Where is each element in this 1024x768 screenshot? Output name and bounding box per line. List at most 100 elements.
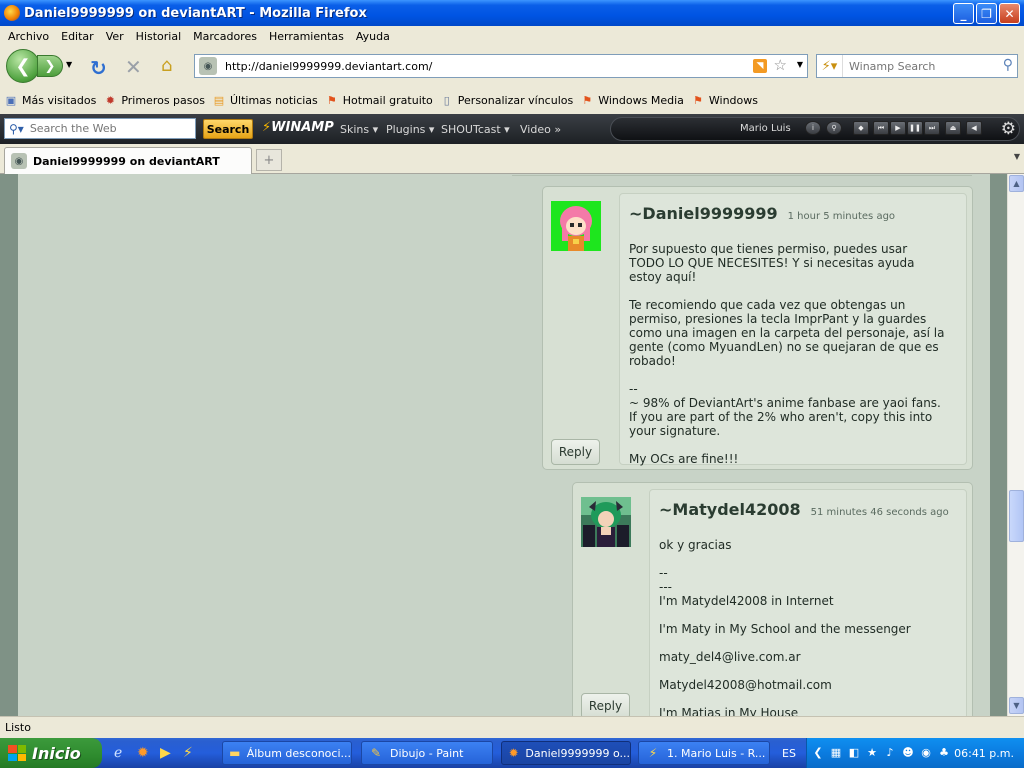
winamp-toolbar: ⚲▾ Search ⚡WINAMP Skins ▾ Plugins ▾ SHOU… xyxy=(0,114,1024,144)
bookmark-mas-visitados[interactable]: ▣ Más visitados xyxy=(4,93,97,107)
comment-text: ok y gracias -- --- I'm Matydel42008 in … xyxy=(659,538,911,716)
next-track-icon[interactable]: ⏭ xyxy=(924,121,940,135)
eject-icon[interactable]: ⏏ xyxy=(945,121,961,135)
scroll-down-button[interactable]: ▼ xyxy=(1009,697,1024,714)
page-content[interactable]: ~Daniel9999999 1 hour 5 minutes ago Por … xyxy=(0,174,1007,716)
menu-label: SHOUTcast xyxy=(441,123,501,136)
clock[interactable]: 06:41 p.m. xyxy=(954,747,1014,760)
reload-icon[interactable]: ↻ xyxy=(90,56,107,80)
messenger-icon[interactable]: ♣ xyxy=(937,745,951,759)
task-label: Dibujo - Paint xyxy=(390,746,464,760)
play-icon[interactable]: ▶ xyxy=(890,121,906,135)
winamp-menu-plugins[interactable]: Plugins ▾ xyxy=(386,123,434,136)
tab-daniel9999999[interactable]: ◉ Daniel9999999 on deviantART xyxy=(4,147,252,174)
stop-icon[interactable]: ✕ xyxy=(125,55,142,79)
tray-app-icon[interactable]: ◧ xyxy=(847,745,861,759)
search-icon[interactable]: ⚲ xyxy=(1003,57,1013,73)
network-icon[interactable]: ▦ xyxy=(829,745,843,759)
forward-button[interactable]: ❯ xyxy=(37,55,63,77)
winamp-icon: ⚡ xyxy=(648,746,658,760)
comment-username[interactable]: ~Matydel42008 xyxy=(659,500,801,519)
new-tab-button[interactable]: + xyxy=(256,149,282,171)
scrollbar-thumb[interactable] xyxy=(1009,490,1024,542)
winamp-search-button[interactable]: Search xyxy=(203,119,253,139)
avatar[interactable] xyxy=(551,201,601,251)
vertical-scrollbar[interactable]: ▲ ▼ xyxy=(1007,174,1024,716)
search-engine-icon[interactable]: ⚡▾ xyxy=(817,55,843,77)
close-button[interactable]: ✕ xyxy=(999,3,1020,24)
start-button[interactable]: Inicio xyxy=(0,738,102,768)
taskbar-item-paint[interactable]: ✎ Dibujo - Paint xyxy=(361,741,493,765)
previous-track-icon[interactable]: ⏮ xyxy=(873,121,889,135)
media-player-icon[interactable]: ▶ xyxy=(160,745,171,761)
menu-marcadores[interactable]: Marcadores xyxy=(187,30,263,43)
rss-icon[interactable]: ◥ xyxy=(753,59,767,73)
bookmark-primeros-pasos[interactable]: ✹ Primeros pasos xyxy=(103,93,205,107)
winamp-menu-skins[interactable]: Skins ▾ xyxy=(340,123,378,136)
winamp-logo[interactable]: ⚡WINAMP xyxy=(262,120,334,135)
menu-ver[interactable]: Ver xyxy=(100,30,130,43)
bookmark-windows-media[interactable]: ⚑ Windows Media xyxy=(580,93,684,107)
comment-timestamp[interactable]: 51 minutes 46 seconds ago xyxy=(811,507,949,518)
winamp-menu-video[interactable]: Video » xyxy=(520,123,561,136)
info-icon[interactable]: i xyxy=(805,121,821,135)
gear-icon[interactable]: ⚙ xyxy=(1001,119,1016,139)
winamp-menu-shoutcast[interactable]: SHOUTcast ▾ xyxy=(441,123,510,136)
deviantart-favicon-icon: ◉ xyxy=(11,153,27,169)
avatar-matydel42008-icon xyxy=(581,497,631,547)
volume-icon[interactable]: ◀ xyxy=(966,121,982,135)
minimize-button[interactable]: _ xyxy=(953,3,974,24)
window-titlebar[interactable]: Daniel9999999 on deviantART - Mozilla Fi… xyxy=(0,0,1024,26)
url-text[interactable]: http://daniel9999999.deviantart.com/ xyxy=(225,60,432,73)
language-indicator[interactable]: ES xyxy=(782,747,796,760)
rss-icon: ▤ xyxy=(213,93,225,107)
bookmark-ultimas-noticias[interactable]: ▤ Últimas noticias xyxy=(212,93,318,107)
menu-archivo[interactable]: Archivo xyxy=(2,30,55,43)
menu-editar[interactable]: Editar xyxy=(55,30,100,43)
scroll-up-button[interactable]: ▲ xyxy=(1009,175,1024,192)
windows-flag-icon: ⚑ xyxy=(326,93,337,107)
bookmark-windows[interactable]: ⚑ Windows xyxy=(691,93,758,107)
divider xyxy=(512,174,972,176)
winamp-search-box[interactable]: ⚲▾ xyxy=(4,118,196,139)
taskbar-item-firefox[interactable]: ✹ Daniel9999999 o... xyxy=(501,741,631,765)
chevron-left-icon[interactable]: ❮ xyxy=(811,745,825,759)
back-button[interactable]: ❮ xyxy=(6,49,40,83)
menu-historial[interactable]: Historial xyxy=(130,30,187,43)
menu-herramientas[interactable]: Herramientas xyxy=(263,30,350,43)
bookmark-personalizar-vinculos[interactable]: ▯ Personalizar vínculos xyxy=(440,93,573,107)
plus-icon: + xyxy=(263,152,275,168)
firefox-icon[interactable]: ✹ xyxy=(137,745,149,761)
url-dropdown-icon[interactable]: ▼ xyxy=(797,60,803,69)
reply-button[interactable]: Reply xyxy=(551,439,600,465)
users-icon[interactable]: ☻ xyxy=(901,745,915,759)
site-favicon-icon[interactable]: ◉ xyxy=(199,57,217,75)
web-search-input[interactable] xyxy=(849,59,989,73)
volume-icon[interactable]: ♪ xyxy=(883,745,897,759)
history-dropdown-icon[interactable]: ▼ xyxy=(66,60,72,69)
reply-button[interactable]: Reply xyxy=(581,693,630,716)
menu-icon[interactable]: ◆ xyxy=(853,121,869,135)
comment-username[interactable]: ~Daniel9999999 xyxy=(629,204,778,223)
web-search-box[interactable]: ⚡▾ ⚲ xyxy=(816,54,1018,78)
taskbar-item-winamp[interactable]: ⚡ 1. Mario Luis - R... xyxy=(638,741,770,765)
menu-ayuda[interactable]: Ayuda xyxy=(350,30,396,43)
search-icon[interactable]: ⚲ xyxy=(826,121,842,135)
bookmark-hotmail-gratuito[interactable]: ⚑ Hotmail gratuito xyxy=(325,93,433,107)
antivirus-icon[interactable]: ◉ xyxy=(919,745,933,759)
home-icon[interactable]: ⌂ xyxy=(161,55,172,76)
winamp-search-input[interactable] xyxy=(29,122,180,135)
star-icon[interactable]: ★ xyxy=(865,745,879,759)
taskbar-item-album[interactable]: ▬ Álbum desconoci... xyxy=(222,741,352,765)
winamp-icon[interactable]: ⚡ xyxy=(183,745,193,761)
internet-explorer-icon[interactable]: ℯ xyxy=(114,745,122,761)
tab-list-dropdown-icon[interactable]: ▼ xyxy=(1014,152,1020,161)
address-bar[interactable]: ◉ http://daniel9999999.deviantart.com/ ◥… xyxy=(194,54,808,78)
maximize-button[interactable]: ❐ xyxy=(976,3,997,24)
comment-timestamp[interactable]: 1 hour 5 minutes ago xyxy=(788,211,895,222)
comment-text: Por supuesto que tienes permiso, puedes … xyxy=(629,242,945,466)
avatar[interactable] xyxy=(581,497,631,547)
pause-icon[interactable]: ❚❚ xyxy=(907,121,923,135)
task-label: Daniel9999999 o... xyxy=(525,746,630,760)
bookmark-star-icon[interactable]: ☆ xyxy=(774,56,787,74)
